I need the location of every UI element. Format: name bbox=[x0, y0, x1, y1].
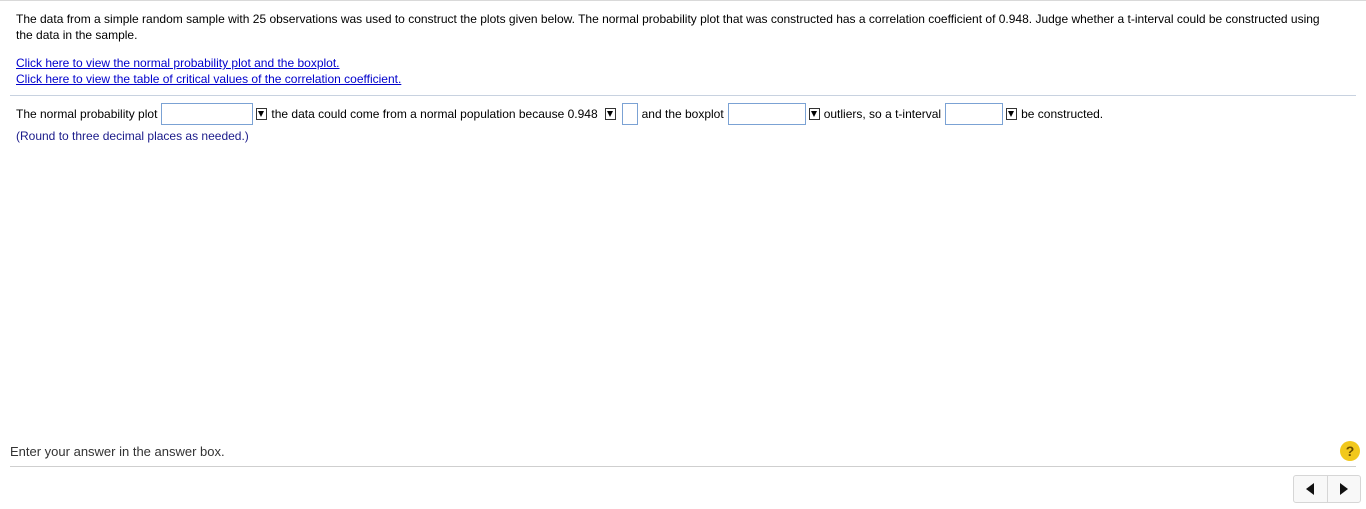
t-interval-dropdown[interactable] bbox=[945, 103, 1018, 125]
top-divider bbox=[0, 0, 1366, 1]
answer-sentence: The normal probability plot the data cou… bbox=[16, 102, 1107, 126]
footer-divider bbox=[10, 466, 1356, 467]
help-icon[interactable]: ? bbox=[1340, 441, 1360, 461]
boxplot-outliers-dropdown[interactable] bbox=[727, 103, 820, 125]
boxplot-outliers-select[interactable] bbox=[727, 103, 806, 125]
arrow-right-icon[interactable] bbox=[1326, 476, 1361, 502]
plot-verdict-select[interactable] bbox=[161, 103, 254, 125]
view-plots-link[interactable]: Click here to view the normal probabilit… bbox=[16, 55, 401, 71]
plot-verdict-dropdown[interactable] bbox=[161, 103, 268, 125]
chevron-down-icon[interactable] bbox=[808, 108, 820, 120]
rounding-note: (Round to three decimal places as needed… bbox=[16, 129, 249, 143]
answer-text-4: outliers, so a t-interval bbox=[823, 107, 942, 121]
chevron-down-icon[interactable] bbox=[256, 108, 268, 120]
view-critical-values-link[interactable]: Click here to view the table of critical… bbox=[16, 71, 401, 87]
question-text: The data from a simple random sample wit… bbox=[16, 12, 1320, 42]
chevron-down-icon[interactable] bbox=[1006, 108, 1018, 120]
answer-text-2: the data could come from a normal popula… bbox=[271, 107, 598, 121]
answer-text-5: be constructed. bbox=[1021, 107, 1104, 121]
answer-instruction: Enter your answer in the answer box. bbox=[10, 444, 225, 459]
question-navigation bbox=[1293, 475, 1361, 503]
section-divider bbox=[10, 95, 1356, 96]
comparison-dropdown[interactable] bbox=[602, 108, 616, 120]
chevron-down-icon[interactable] bbox=[604, 108, 616, 120]
answer-text-1: The normal probability plot bbox=[16, 107, 158, 121]
arrow-left-icon[interactable] bbox=[1294, 476, 1327, 502]
t-interval-select[interactable] bbox=[945, 103, 1004, 125]
answer-text-3: and the boxplot bbox=[641, 107, 724, 121]
resource-links: Click here to view the normal probabilit… bbox=[16, 55, 401, 87]
critical-value-input[interactable] bbox=[621, 103, 638, 125]
